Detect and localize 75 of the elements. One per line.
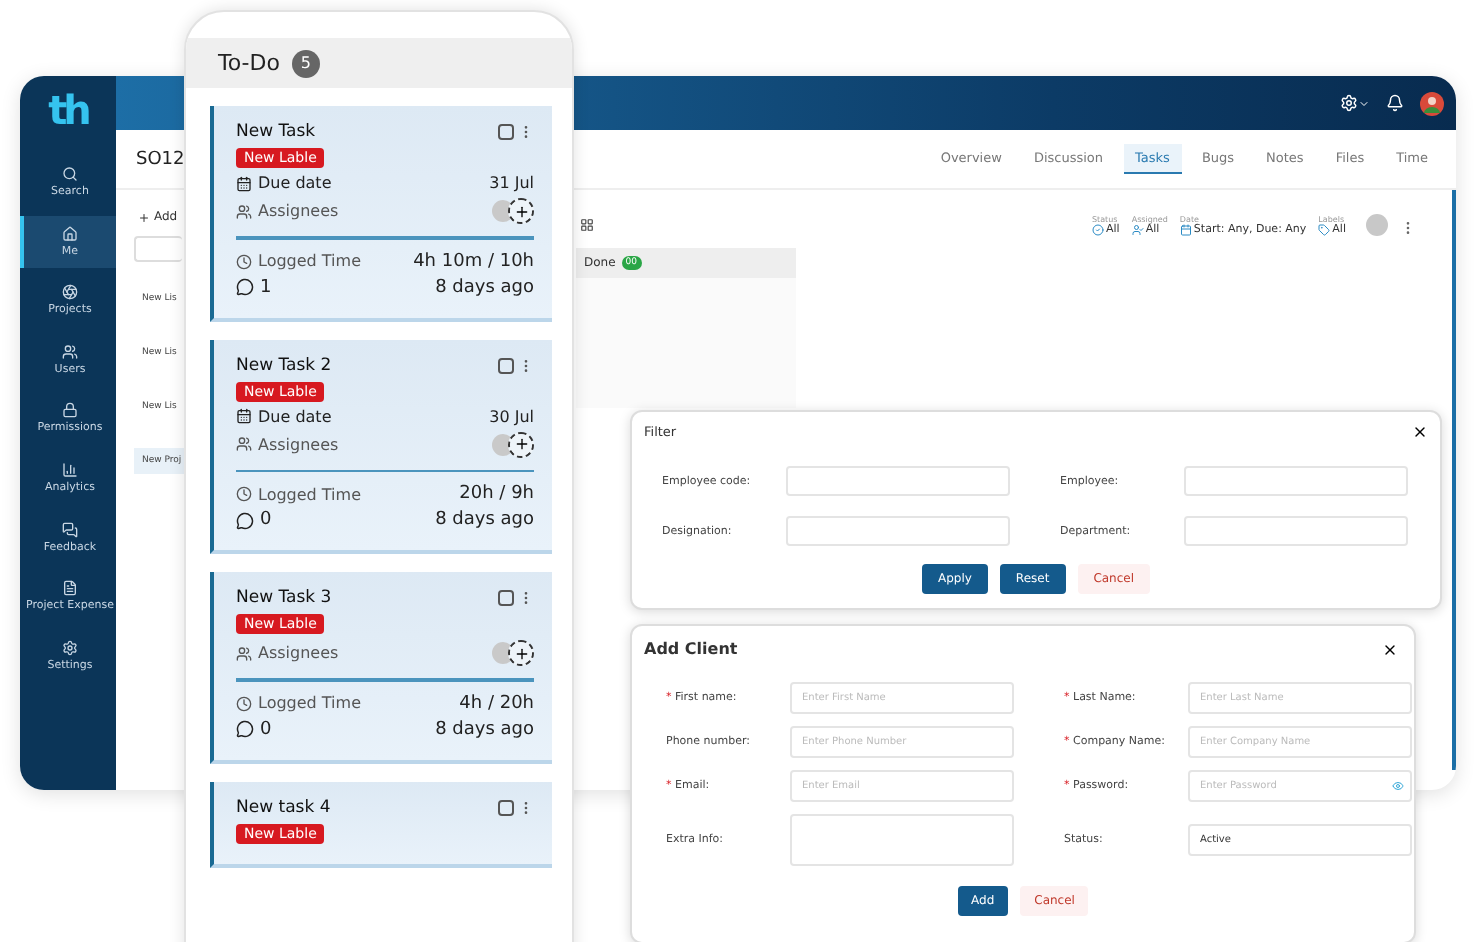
comment-icon (236, 278, 254, 296)
add-assignee-button[interactable] (492, 640, 534, 666)
chat-icon (62, 521, 78, 538)
calendar-icon (236, 408, 252, 424)
task-title: New Task 2 (236, 355, 332, 375)
input-field[interactable] (786, 516, 1010, 546)
checkbox[interactable] (498, 124, 514, 140)
task-title: New Task 3 (236, 588, 332, 608)
dialog-title: Add Client (644, 640, 738, 658)
plus-icon (513, 203, 529, 219)
comment-count[interactable]: 0 (236, 510, 272, 530)
close-icon[interactable] (1412, 424, 1428, 440)
assignees-label: Assignees (236, 644, 339, 662)
project-title: SO12 (136, 149, 185, 169)
users-icon (62, 343, 78, 360)
clock-icon (236, 486, 252, 502)
checkbox[interactable] (498, 590, 514, 606)
aperture-icon (62, 284, 78, 301)
input-field[interactable] (1184, 466, 1408, 496)
assignees-label: Assignees (236, 202, 339, 220)
column-title: To-Do (218, 50, 280, 76)
search-icon (62, 166, 78, 182)
scrollbar[interactable] (1452, 190, 1456, 770)
document-icon (62, 580, 78, 597)
plus-icon (138, 211, 150, 223)
check-circle-icon (1092, 224, 1104, 236)
logged-time: 20h / 9h (459, 484, 534, 504)
task-age: 8 days ago (435, 277, 534, 297)
logged-time-label: Logged Time (236, 485, 361, 503)
plus-icon (513, 645, 529, 661)
users-icon (236, 203, 252, 219)
lock-icon (62, 402, 78, 419)
close-icon[interactable] (1382, 641, 1398, 657)
users-icon (236, 645, 252, 661)
comment-count[interactable]: 1 (236, 277, 272, 297)
calendar-icon (236, 175, 252, 191)
task-age: 8 days ago (435, 510, 534, 530)
users-icon (236, 436, 252, 452)
avatar-icon[interactable] (1420, 91, 1444, 115)
search-field[interactable] (134, 236, 182, 262)
calendar-icon (1179, 224, 1192, 236)
logo: th (48, 84, 88, 138)
user-icon (1131, 224, 1144, 236)
gear-icon (62, 639, 78, 656)
logged-time-label: Logged Time (236, 694, 361, 712)
bell-icon[interactable] (1386, 94, 1404, 112)
due-date: 31 Jul (489, 174, 534, 192)
clock-icon (236, 253, 252, 269)
bar-chart-icon (62, 461, 78, 478)
task-title: New Task (236, 122, 316, 142)
task-title: New task 4 (236, 797, 331, 817)
clock-icon (236, 695, 252, 711)
checkbox[interactable] (498, 357, 514, 373)
add-assignee-button[interactable] (492, 198, 534, 224)
due-date: 30 Jul (489, 407, 534, 425)
due-date-label: Due date (236, 407, 332, 425)
add-assignee-button[interactable] (492, 431, 534, 457)
plus-icon (513, 436, 529, 452)
comment-icon (236, 511, 254, 529)
input-field[interactable] (786, 466, 1010, 496)
assignees-label: Assignees (236, 435, 339, 453)
board-view-icon[interactable] (580, 218, 594, 232)
comment-count[interactable]: 0 (236, 719, 272, 739)
tag-icon (1318, 224, 1331, 236)
home-icon (62, 225, 78, 242)
settings-icon[interactable] (1340, 94, 1370, 112)
logged-time: 4h 10m / 10h (413, 251, 534, 271)
checkbox[interactable] (498, 799, 514, 815)
logged-time: 4h / 20h (459, 693, 534, 713)
due-date-label: Due date (236, 174, 332, 192)
count-badge: 5 (291, 49, 320, 77)
task-age: 8 days ago (435, 719, 534, 739)
input-field[interactable] (1184, 516, 1408, 546)
comment-icon (236, 720, 254, 738)
logged-time-label: Logged Time (236, 252, 361, 270)
